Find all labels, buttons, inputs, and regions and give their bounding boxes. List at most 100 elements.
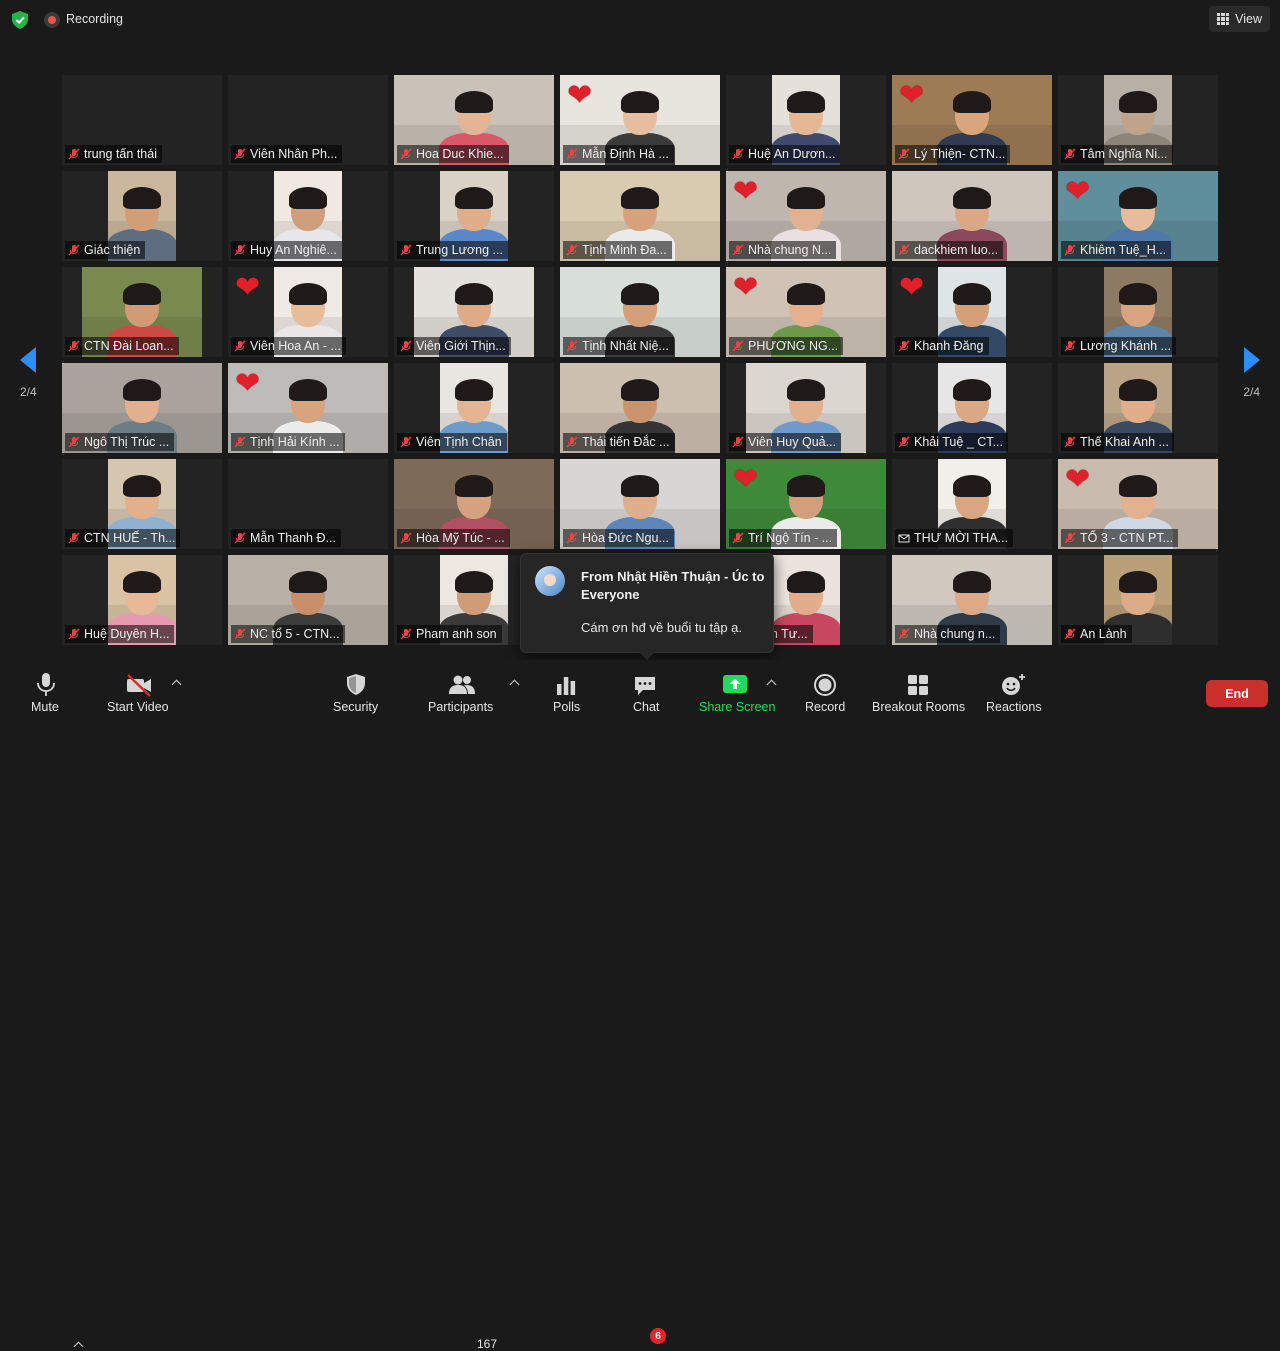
participant-tile[interactable]: Mẫn Thanh Đ...	[228, 459, 388, 549]
muted-microphone-icon	[1064, 244, 1076, 256]
muted-microphone-icon	[732, 436, 744, 448]
participant-tile[interactable]: An Lành	[1058, 555, 1218, 645]
chat-bubble-icon	[635, 677, 655, 695]
participant-tile[interactable]: Viên Nhân Ph...	[228, 75, 388, 165]
participant-name: Giác thiện	[84, 243, 141, 257]
participant-tile[interactable]: ❤ Tịnh Hải Kính ...	[228, 363, 388, 453]
participant-tile[interactable]: ❤ Trí Ngộ Tín - ...	[726, 459, 886, 549]
muted-microphone-icon	[566, 148, 578, 160]
participant-tile[interactable]: dackhiem luo...	[892, 171, 1052, 261]
participant-tile[interactable]: ❤ PHƯƠNG NG...	[726, 267, 886, 357]
muted-microphone-icon	[732, 340, 744, 352]
participant-tile[interactable]: Huệ An Dươn...	[726, 75, 886, 165]
participant-name-label: Nhà chung N...	[729, 241, 837, 259]
next-page-arrow-icon[interactable]	[1244, 347, 1260, 373]
share-screen-label: Share Screen	[699, 700, 776, 714]
video-options-caret-icon[interactable]	[172, 678, 182, 688]
participant-tile[interactable]: Giác thiện	[62, 171, 222, 261]
reactions-button[interactable]: Reactions	[985, 660, 1042, 720]
participant-name: Lương Khánh ...	[1080, 339, 1171, 353]
participant-tile[interactable]: Huy An Nghiê...	[228, 171, 388, 261]
previous-page-arrow-icon[interactable]	[20, 347, 36, 373]
participant-tile[interactable]: Viên Tịnh Chân	[394, 363, 554, 453]
muted-microphone-icon	[898, 628, 910, 640]
participant-name: CTN HUẾ - Th...	[84, 531, 176, 545]
participant-tile[interactable]: Ngô Thị Trúc ...	[62, 363, 222, 453]
envelope-icon	[898, 534, 910, 543]
muted-microphone-icon	[1064, 628, 1076, 640]
breakout-rooms-button[interactable]: Breakout Rooms	[872, 660, 966, 720]
participant-name: Huệ An Dươn...	[748, 147, 836, 161]
participant-tile[interactable]: Viên Huy Quả...	[726, 363, 886, 453]
participant-name-label: Tịnh Nhất Niệ...	[563, 337, 674, 355]
mute-label: Mute	[31, 700, 59, 714]
participant-tile[interactable]: Tịnh Minh Đa...	[560, 171, 720, 261]
audio-options-caret-icon[interactable]	[74, 1340, 84, 1350]
chat-notification-popup[interactable]: From Nhật Hiền Thuận - Úc to Everyone Cá…	[520, 553, 774, 660]
participant-name-label: Pham anh son	[397, 625, 502, 643]
participants-button[interactable]: Participants	[427, 660, 497, 720]
participant-name: CTN Đài Loan...	[84, 339, 174, 353]
chat-button[interactable]: Chat	[630, 660, 662, 720]
muted-microphone-icon	[234, 436, 246, 448]
participant-tile[interactable]: Huệ Duyên H...	[62, 555, 222, 645]
participant-tile[interactable]: Trung Lương ...	[394, 171, 554, 261]
participant-tile[interactable]: ❤ Khiêm Tuệ_H...	[1058, 171, 1218, 261]
participant-name-label: Lý Thiện- CTN...	[895, 145, 1011, 163]
muted-microphone-icon	[234, 148, 246, 160]
participant-name: Trí Ngộ Tín - ...	[748, 531, 833, 545]
participant-name-label: Hoa Duc Khie...	[397, 145, 509, 163]
participant-name: TỔ 3 - CTN PT...	[1080, 531, 1174, 545]
start-video-button[interactable]: Start Video	[105, 660, 175, 720]
record-button[interactable]: Record	[804, 660, 846, 720]
participant-tile[interactable]: Tịnh Nhất Niệ...	[560, 267, 720, 357]
participants-label: Participants	[428, 700, 494, 714]
end-meeting-button[interactable]: End	[1206, 680, 1268, 707]
participant-tile[interactable]: CTN Đài Loan...	[62, 267, 222, 357]
participant-tile[interactable]: ❤ Viên Hoa An - ...	[228, 267, 388, 357]
participant-tile[interactable]: Thái tiến Đắc ...	[560, 363, 720, 453]
security-shield-icon	[347, 674, 365, 695]
share-screen-button[interactable]: Share Screen	[698, 660, 776, 720]
participant-tile[interactable]: Hòa Đức Ngu...	[560, 459, 720, 549]
participant-tile[interactable]: THƯ MỜI THA...	[892, 459, 1052, 549]
share-options-caret-icon[interactable]	[767, 678, 777, 688]
participant-name: PHƯƠNG NG...	[748, 339, 839, 353]
muted-microphone-icon	[898, 148, 910, 160]
participant-tile[interactable]: Hoa Duc Khie...	[394, 75, 554, 165]
participant-tile[interactable]: trung tấn thái	[62, 75, 222, 165]
participant-tile[interactable]: Thế Khai Anh ...	[1058, 363, 1218, 453]
participant-tile[interactable]: ❤ TỔ 3 - CTN PT...	[1058, 459, 1218, 549]
start-video-label: Start Video	[107, 700, 169, 714]
mute-button[interactable]: Mute	[22, 660, 70, 720]
participant-tile[interactable]: NC tổ 5 - CTN...	[228, 555, 388, 645]
view-button[interactable]: View	[1209, 6, 1270, 32]
participant-name-label: NC tổ 5 - CTN...	[231, 625, 345, 643]
participant-name: Viên Giới Thịn...	[416, 339, 506, 353]
participant-name-label: Ngô Thị Trúc ...	[65, 433, 175, 451]
participant-tile[interactable]: Viên Giới Thịn...	[394, 267, 554, 357]
encryption-shield-icon[interactable]	[10, 10, 30, 30]
muted-microphone-icon	[68, 628, 80, 640]
participant-name-label: Tịnh Minh Đa...	[563, 241, 672, 259]
participants-options-caret-icon[interactable]	[510, 678, 520, 688]
participant-tile[interactable]: Hòa Mỹ Túc - ...	[394, 459, 554, 549]
participant-name-label: THƯ MỜI THA...	[895, 529, 1014, 547]
participant-tile[interactable]: Nhà chung n...	[892, 555, 1052, 645]
video-off-icon	[127, 674, 151, 697]
participant-tile[interactable]: Tâm Nghĩa Ni...	[1058, 75, 1218, 165]
participant-tile[interactable]: CTN HUẾ - Th...	[62, 459, 222, 549]
participant-tile[interactable]: Lương Khánh ...	[1058, 267, 1218, 357]
chat-unread-badge: 6	[650, 1328, 666, 1344]
participant-tile[interactable]: ❤ Mẫn Định Hà ...	[560, 75, 720, 165]
security-label: Security	[333, 700, 379, 714]
security-button[interactable]: Security	[330, 660, 382, 720]
polls-button[interactable]: Polls	[550, 660, 582, 720]
muted-microphone-icon	[898, 340, 910, 352]
participant-tile[interactable]: ❤ Lý Thiện- CTN...	[892, 75, 1052, 165]
participant-tile[interactable]: Khải Tuệ _ CT...	[892, 363, 1052, 453]
participant-tile[interactable]: ❤ Khanh Đăng	[892, 267, 1052, 357]
muted-microphone-icon	[1064, 436, 1076, 448]
participant-tile[interactable]: ❤ Nhà chung N...	[726, 171, 886, 261]
participant-name: Tịnh Nhất Niệ...	[582, 339, 669, 353]
